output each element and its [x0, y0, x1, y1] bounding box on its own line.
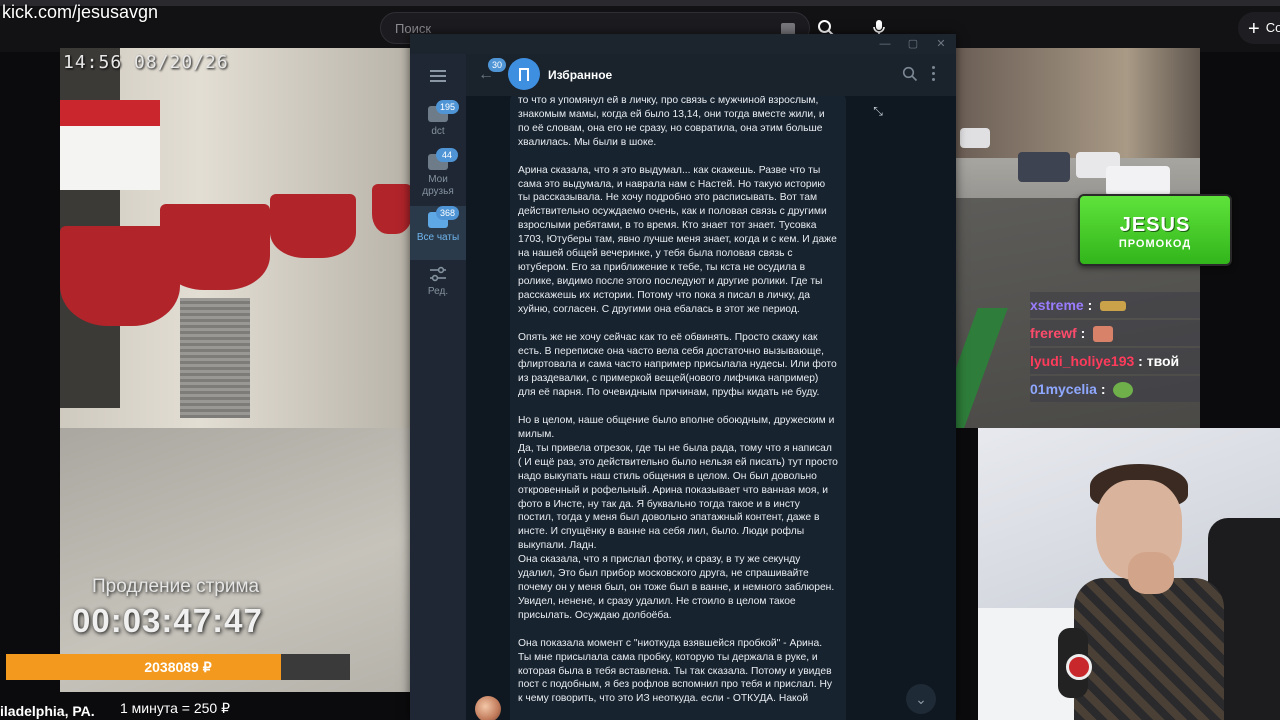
streamer-body — [1074, 578, 1224, 720]
close-icon[interactable]: ✕ — [934, 37, 948, 51]
maximize-icon[interactable]: ▢ — [906, 37, 920, 51]
message-area[interactable]: то что я упомянул ей в личку, про связь … — [466, 96, 956, 720]
message-paragraph: то что я упомянул ей в личку, про связь … — [518, 96, 825, 148]
folder-edit[interactable]: Ред. — [410, 260, 466, 314]
menu-icon[interactable] — [430, 70, 446, 82]
window-titlebar: — ▢ ✕ — [410, 34, 956, 54]
message-paragraph: Опять же не хочу сейчас как то её обвиня… — [518, 331, 837, 399]
chat-message: lyudi_holiye193 : твой — [1030, 348, 1200, 374]
chat-text: : — [1087, 297, 1093, 313]
sliders-icon — [430, 266, 446, 282]
donation-rate: 1 минута = 250 ₽ — [120, 700, 231, 716]
promo-badge: JESUS ПРОМОКОД — [1078, 194, 1232, 266]
folder-label: Все чаты — [416, 232, 460, 243]
chat-message: xstreme : — [1030, 292, 1200, 318]
folder-friends[interactable]: 44 Мои друзья — [410, 148, 466, 204]
extension-title: Продление стрима — [92, 576, 260, 597]
telegram-window: — ▢ ✕ 195 dct 44 Мои друзья 368 Все чаты — [410, 34, 956, 720]
folder-label: dct — [431, 126, 445, 137]
minimize-icon[interactable]: — — [878, 37, 892, 51]
care-sign — [60, 100, 160, 190]
unread-badge: 195 — [436, 100, 460, 114]
collapse-icon[interactable]: ⤡ — [870, 104, 886, 120]
chat-text: : — [1080, 325, 1086, 341]
more-options-icon[interactable] — [932, 66, 936, 82]
chat-message: frerewf : — [1030, 320, 1200, 346]
sender-avatar[interactable] — [475, 696, 501, 720]
scroll-down-button[interactable]: ⌄ — [906, 684, 936, 714]
camera-location: iladelphia, PA. — [0, 703, 95, 719]
car — [960, 128, 990, 148]
camera-timestamp: 14:56 08/20/26 — [63, 52, 229, 73]
emote-icon — [1093, 326, 1114, 343]
chat-user: 01mycelia — [1030, 381, 1097, 397]
stream-screen: Поиск + Co kick.com/jesusavgn 14:56 08/20… — [0, 0, 1280, 720]
car — [1106, 166, 1170, 196]
chat-user: frerewf — [1030, 325, 1077, 341]
message-paragraph: Арина сказала, что я это выдумал... как … — [518, 164, 837, 315]
folder-dct[interactable]: 195 dct — [410, 100, 466, 154]
extension-timer: 00:03:47:47 — [72, 602, 263, 639]
awning — [160, 204, 270, 290]
microphone-logo — [1066, 654, 1092, 680]
folder-all-chats[interactable]: 368 Все чаты — [410, 206, 466, 260]
saved-messages-avatar[interactable] — [508, 58, 540, 90]
back-unread-badge: 30 — [488, 58, 507, 72]
sidewalk — [60, 428, 410, 692]
donation-goal-bar: 2038089 ₽ — [6, 654, 350, 680]
chat-message: 01mycelia : — [1030, 376, 1200, 402]
plus-icon: + — [1248, 17, 1260, 40]
promo-subtitle: ПРОМОКОД — [1118, 238, 1192, 250]
street-buildings — [956, 48, 1200, 158]
message-paragraph: Она показала момент с "ниоткуда взявшейс… — [518, 637, 833, 705]
unread-badge: 44 — [436, 148, 458, 162]
chat-user: lyudi_holiye193 — [1030, 353, 1135, 369]
stream-url: kick.com/jesusavgn — [2, 2, 159, 22]
bookmark-icon — [519, 67, 529, 81]
awning — [372, 184, 410, 234]
chat-user: xstreme — [1030, 297, 1084, 313]
goal-amount: 2038089 ₽ — [144, 659, 212, 675]
chat-header: ← 30 Избранное — [466, 54, 956, 96]
streamer-webcam — [978, 428, 1280, 720]
folder-sidebar: 195 dct 44 Мои друзья 368 Все чаты Ред. — [410, 54, 466, 720]
message-bubble[interactable]: то что я упомянул ей в личку, про связь … — [510, 96, 846, 720]
chat-overlay: xstreme : frerewf : lyudi_holiye193 : тв… — [1030, 292, 1200, 402]
create-label: Co — [1265, 20, 1280, 35]
streamer-hand — [1128, 552, 1174, 594]
awning — [270, 194, 356, 258]
message-paragraph: Но в целом, наше общение было вполне обо… — [518, 415, 838, 621]
chat-text: : — [1100, 381, 1106, 397]
emote-icon — [1100, 301, 1127, 312]
chat-title[interactable]: Избранное — [548, 68, 612, 82]
car — [1018, 152, 1070, 182]
folder-label: Ред. — [427, 286, 449, 297]
window-edge — [0, 0, 1280, 6]
promo-title: JESUS — [1119, 214, 1191, 236]
chat-text: : твой — [1138, 353, 1180, 369]
folder-label: Мои друзья — [422, 174, 454, 197]
chat-search-icon[interactable] — [902, 66, 918, 82]
shutter-door — [180, 298, 250, 418]
create-button[interactable]: + Co — [1238, 12, 1280, 44]
unread-badge: 368 — [436, 206, 460, 220]
